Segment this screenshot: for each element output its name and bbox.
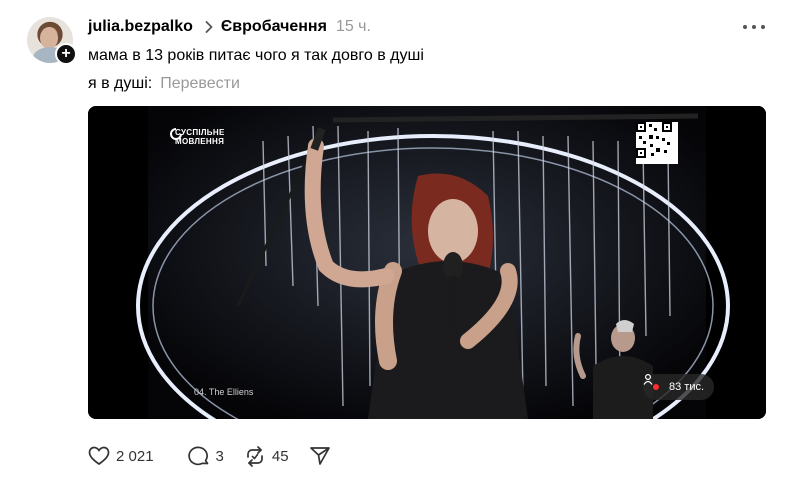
share-button[interactable]: [309, 446, 337, 466]
post-text-line2-content: я в душі:: [88, 75, 153, 92]
post-actions: 2 021 3 45: [88, 443, 357, 469]
avatar-face: [40, 27, 58, 49]
post-text-line1: мама в 13 років питає чого я так довго в…: [88, 47, 424, 64]
qr-code: [636, 122, 678, 164]
post-time: 15 ч.: [335, 18, 371, 35]
comment-count: 3: [215, 447, 224, 465]
act-caption: 04. The Elliens: [194, 387, 254, 397]
video-frame[interactable]: СУСПІЛЬНЕ МОВЛЕННЯ 04. The Elliens 83 ти…: [88, 106, 766, 419]
viewer-count: 83 тис.: [669, 381, 705, 393]
post-text-line2: я в душі: Перевести: [88, 75, 240, 93]
broadcaster-logo: СУСПІЛЬНЕ МОВЛЕННЯ: [170, 128, 235, 146]
comment-button[interactable]: 3: [187, 446, 224, 467]
topic-tag[interactable]: Євробачення: [221, 18, 327, 36]
comment-icon: [187, 446, 208, 465]
post-header: julia.bezpalko Євробачення 15 ч.: [88, 16, 371, 38]
repost-count: 45: [271, 447, 289, 465]
broadcaster-logo-icon: [170, 128, 182, 140]
broadcaster-name: СУСПІЛЬНЕ МОВЛЕННЯ: [175, 128, 225, 146]
username[interactable]: julia.bezpalko: [88, 18, 193, 36]
live-dot-icon: [653, 384, 659, 390]
heart-icon: [88, 446, 110, 466]
translate-link[interactable]: Перевести: [160, 75, 240, 92]
more-options-icon[interactable]: [743, 17, 765, 37]
repost-icon: [247, 445, 263, 467]
like-count: 2 021: [116, 447, 154, 465]
viewer-count-badge: 83 тис.: [643, 374, 715, 400]
like-button[interactable]: 2 021: [88, 446, 154, 466]
send-icon: [309, 447, 330, 465]
follow-plus-icon[interactable]: +: [55, 43, 77, 65]
chevron-right-icon: [205, 21, 213, 33]
repost-button[interactable]: 45: [244, 445, 289, 467]
